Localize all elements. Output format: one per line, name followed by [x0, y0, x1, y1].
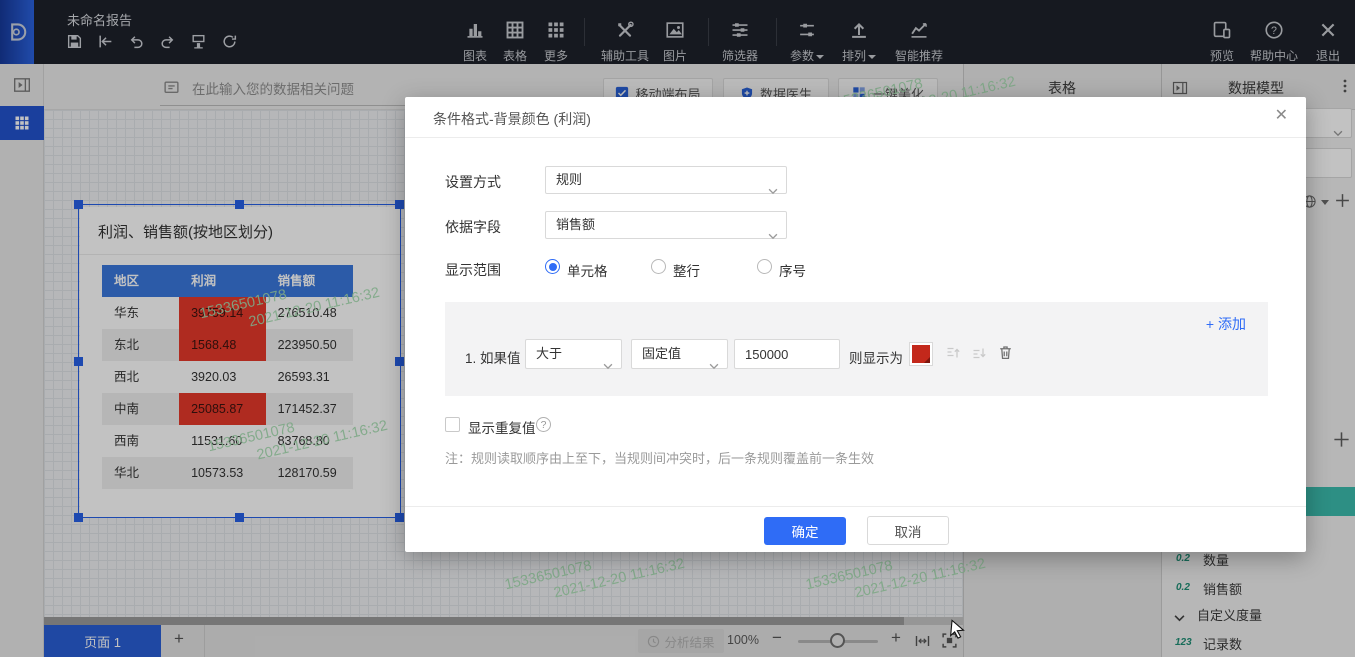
then-display-label: 则显示为 [849, 347, 903, 367]
add-rule-link[interactable]: + 添加 [1206, 314, 1246, 334]
rule-operator-value: 大于 [536, 346, 562, 361]
rule-value-type: 固定值 [642, 346, 681, 361]
set-mode-value: 规则 [556, 172, 582, 187]
based-field-label: 依据字段 [445, 217, 501, 237]
display-range-label: 显示范围 [445, 260, 501, 280]
set-mode-select[interactable]: 规则 [545, 166, 787, 194]
cancel-button[interactable]: 取消 [867, 516, 949, 545]
app-window: 未命名报告 图表 表格 更多 辅助工具 图片 筛选器 [0, 0, 1355, 657]
rule-order-note: 注：规则读取顺序由上至下，当规则间冲突时，后一条规则覆盖前一条生效 [445, 448, 874, 467]
dialog-title: 条件格式-背景颜色 (利润) [433, 109, 591, 129]
rule-value-type-select[interactable]: 固定值 [631, 339, 728, 369]
cancel-label: 取消 [895, 521, 922, 541]
rule-color-swatch[interactable] [909, 342, 933, 366]
radio-whole-row[interactable] [651, 259, 666, 274]
radio-cell[interactable] [545, 259, 560, 274]
conditional-format-dialog: 条件格式-背景颜色 (利润) ✕ 设置方式 规则 依据字段 销售额 显示范围 单… [405, 97, 1306, 552]
based-field-select[interactable]: 销售额 [545, 211, 787, 239]
rules-panel: + 添加 1. 如果值 大于 固定值 则显示为 [445, 302, 1268, 396]
dialog-footer-divider [405, 506, 1306, 507]
dialog-close-icon[interactable]: ✕ [1275, 108, 1288, 124]
chevron-down-icon [709, 352, 719, 380]
dialog-header: 条件格式-背景颜色 (利润) ✕ [405, 97, 1306, 138]
help-circle-icon[interactable]: ? [536, 417, 551, 432]
chevron-down-icon [768, 223, 778, 249]
radio-whole-row-label[interactable]: 整行 [673, 260, 700, 280]
move-rule-up-icon[interactable] [945, 345, 961, 366]
radio-cell-label[interactable]: 单元格 [567, 260, 608, 280]
chevron-down-icon [603, 352, 613, 380]
radio-serial-number-label[interactable]: 序号 [779, 260, 806, 280]
confirm-label: 确定 [792, 521, 819, 541]
move-rule-down-icon[interactable] [971, 345, 987, 366]
set-mode-label: 设置方式 [445, 172, 501, 192]
rule-prefix: 1. 如果值 [465, 347, 521, 367]
show-duplicates-label[interactable]: 显示重复值 [468, 417, 536, 437]
rule-value-input[interactable] [734, 339, 840, 369]
delete-rule-icon[interactable] [997, 344, 1014, 366]
radio-serial-number[interactable] [757, 259, 772, 274]
confirm-button[interactable]: 确定 [764, 517, 846, 545]
chevron-down-icon [768, 178, 778, 204]
red-color-fill [912, 345, 930, 363]
based-field-value: 销售额 [556, 217, 595, 232]
show-duplicates-checkbox[interactable] [445, 417, 460, 432]
rule-operator-select[interactable]: 大于 [525, 339, 622, 369]
